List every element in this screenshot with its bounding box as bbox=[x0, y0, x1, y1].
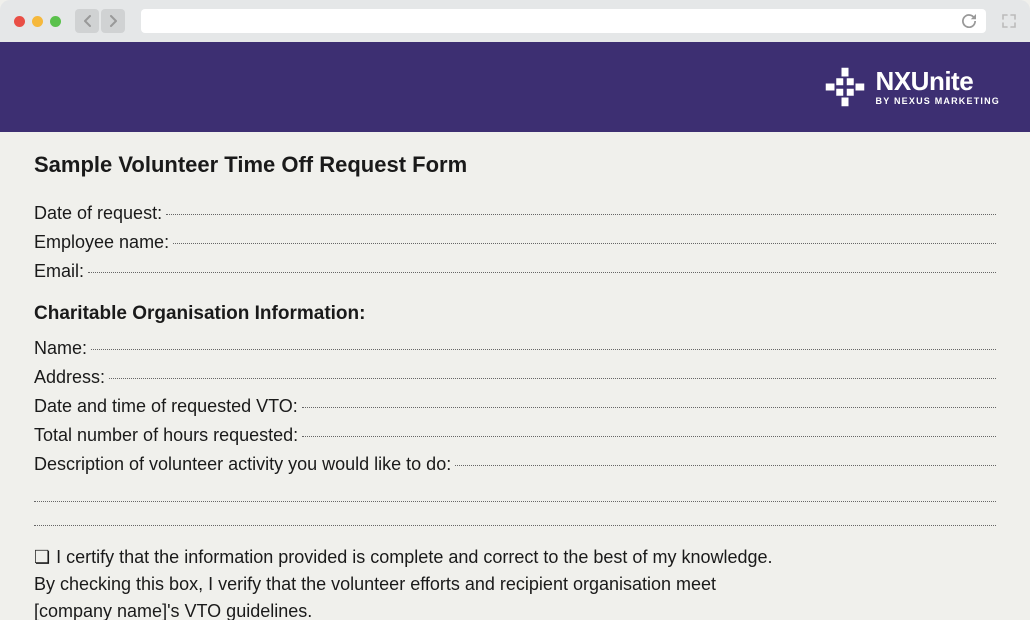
field-label: Description of volunteer activity you wo… bbox=[34, 451, 451, 478]
brand-name: NXUnite bbox=[876, 68, 1000, 94]
field-row-org-name: Name: bbox=[34, 335, 996, 362]
input-line[interactable] bbox=[88, 272, 996, 273]
forward-button[interactable] bbox=[101, 9, 125, 33]
nav-buttons bbox=[75, 9, 125, 33]
input-line[interactable] bbox=[302, 407, 996, 408]
input-line[interactable] bbox=[302, 436, 996, 437]
url-bar[interactable] bbox=[141, 9, 986, 33]
field-row-org-address: Address: bbox=[34, 364, 996, 391]
minimize-window-button[interactable] bbox=[32, 16, 43, 27]
input-line[interactable] bbox=[166, 214, 996, 215]
field-row-email: Email: bbox=[34, 258, 996, 285]
browser-chrome bbox=[0, 0, 1030, 42]
brand-logo: NXUnite BY NEXUS MARKETING bbox=[824, 66, 1000, 108]
browser-frame: NXUnite BY NEXUS MARKETING Sample Volunt… bbox=[0, 0, 1030, 620]
window-controls bbox=[14, 16, 61, 27]
logo-text: NXUnite BY NEXUS MARKETING bbox=[876, 68, 1000, 106]
input-line[interactable] bbox=[34, 480, 996, 502]
field-row-hours-requested: Total number of hours requested: bbox=[34, 422, 996, 449]
field-row-description: Description of volunteer activity you wo… bbox=[34, 451, 996, 478]
field-label: Email: bbox=[34, 258, 84, 285]
certify-text-line3: [company name]'s VTO guidelines. bbox=[34, 598, 996, 620]
maximize-window-button[interactable] bbox=[50, 16, 61, 27]
field-label: Name: bbox=[34, 335, 87, 362]
form-content: Sample Volunteer Time Off Request Form D… bbox=[0, 132, 1030, 620]
header-banner: NXUnite BY NEXUS MARKETING bbox=[0, 42, 1030, 132]
field-row-vto-datetime: Date and time of requested VTO: bbox=[34, 393, 996, 420]
field-label: Date and time of requested VTO: bbox=[34, 393, 298, 420]
certify-text-line1: I certify that the information provided … bbox=[56, 544, 772, 571]
input-line[interactable] bbox=[91, 349, 996, 350]
field-row-employee-name: Employee name: bbox=[34, 229, 996, 256]
form-title: Sample Volunteer Time Off Request Form bbox=[34, 152, 996, 178]
reload-icon[interactable] bbox=[962, 14, 976, 28]
certify-block: ❏ I certify that the information provide… bbox=[34, 544, 996, 620]
field-label: Date of request: bbox=[34, 200, 162, 227]
input-line[interactable] bbox=[455, 465, 996, 466]
input-line[interactable] bbox=[34, 504, 996, 526]
field-label: Address: bbox=[34, 364, 105, 391]
close-window-button[interactable] bbox=[14, 16, 25, 27]
back-button[interactable] bbox=[75, 9, 99, 33]
section-title: Charitable Organisation Information: bbox=[34, 303, 996, 325]
expand-button[interactable] bbox=[1002, 14, 1016, 28]
field-label: Total number of hours requested: bbox=[34, 422, 298, 449]
input-line[interactable] bbox=[109, 378, 996, 379]
certify-text-line2: By checking this box, I verify that the … bbox=[34, 571, 996, 598]
logo-mark-icon bbox=[824, 66, 866, 108]
input-line[interactable] bbox=[173, 243, 996, 244]
field-label: Employee name: bbox=[34, 229, 169, 256]
brand-byline: BY NEXUS MARKETING bbox=[876, 96, 1000, 106]
certify-checkbox[interactable]: ❏ bbox=[34, 544, 50, 571]
field-row-date-of-request: Date of request: bbox=[34, 200, 996, 227]
